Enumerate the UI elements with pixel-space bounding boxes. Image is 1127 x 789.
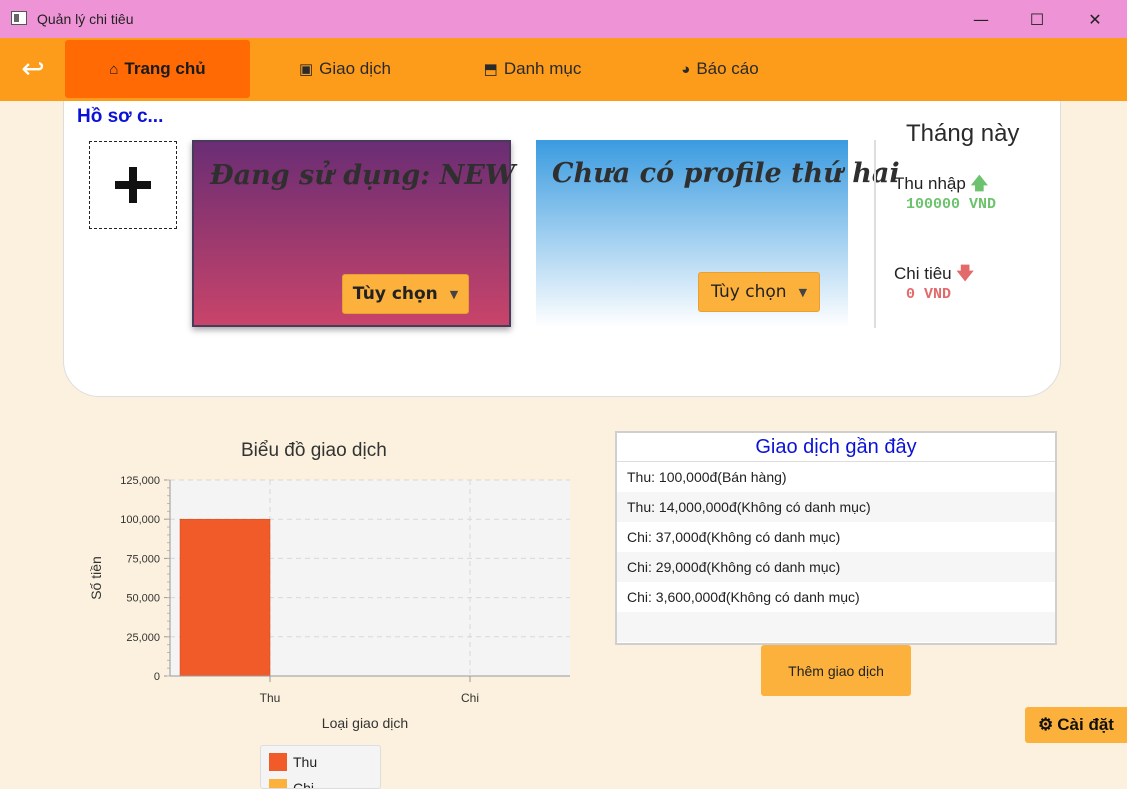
- expense-value: 0 VND: [906, 286, 952, 303]
- income-label-text: Thu nhập: [894, 174, 966, 193]
- profile-card-second[interactable]: Chưa có profile thứ hai Tùy chọn ▼: [536, 140, 900, 327]
- legend-item-thu: Thu: [269, 753, 317, 771]
- recent-transaction-row[interactable]: Chi: 37,000đ(Không có danh mục): [617, 522, 1055, 552]
- recent-transaction-row[interactable]: Thu: 100,000đ(Bán hàng): [617, 462, 1055, 492]
- y-tick-label: 125,000: [120, 475, 160, 487]
- tab-label: Danh mục: [503, 59, 582, 78]
- legend-swatch: [269, 779, 287, 788]
- chart-legend: Thu Chi: [260, 745, 381, 789]
- expense-label-text: Chi tiêu: [894, 264, 952, 283]
- settings-label: Cài đặt: [1057, 715, 1114, 734]
- close-button[interactable]: ✕: [1067, 0, 1123, 38]
- income-value: 100000 VND: [906, 196, 997, 213]
- x-tick-label: Thu: [260, 691, 281, 705]
- profile-card-active[interactable]: Đang sử dụng: NEW Tùy chọn ▼: [192, 140, 515, 327]
- x-axis-label: Loại giao dịch: [322, 715, 408, 731]
- profile-section-title: Hồ sơ c...: [77, 106, 164, 127]
- recent-transactions-title: Giao dịch gần đây: [617, 433, 1055, 462]
- chart-title: Biểu đồ giao dịch: [241, 440, 387, 461]
- dropdown-label: Tùy chọn: [352, 284, 438, 304]
- legend-swatch: [269, 753, 287, 771]
- app-icon: [11, 11, 27, 25]
- main-nav: ↩ ⌂ Trang chủ ▣ Giao dịch ⬒ Danh mục ◕ B…: [0, 38, 1127, 101]
- legend-label: Chi: [293, 780, 315, 789]
- bookmark-icon: ⬒: [483, 61, 498, 78]
- back-button[interactable]: ↩: [8, 50, 58, 86]
- tab-home[interactable]: ⌂ Trang chủ: [65, 40, 250, 98]
- gear-icon: ⚙: [1038, 715, 1054, 734]
- transaction-bar-chart: 0 25,000 50,000 75,000 100,000 125,000 Thu Chi L…: [88, 475, 570, 731]
- money-icon: ▣: [298, 61, 314, 78]
- maximize-button[interactable]: ☐: [1009, 0, 1065, 38]
- minimize-button[interactable]: —: [953, 0, 1009, 38]
- recent-transactions-panel: Giao dịch gần đây Thu: 100,000đ(Bán hàng…: [615, 431, 1057, 645]
- chevron-down-icon: ▼: [798, 285, 808, 299]
- pie-chart-icon: ◕: [681, 60, 691, 78]
- chevron-down-icon: ▼: [449, 287, 459, 301]
- arrow-up-icon: 🡅: [970, 174, 989, 193]
- y-tick-label: 25,000: [126, 632, 160, 644]
- add-profile-button[interactable]: [89, 141, 177, 229]
- add-transaction-button[interactable]: Thêm giao dịch: [761, 645, 911, 696]
- profile-card-title: Chưa có profile thứ hai: [552, 158, 900, 189]
- tab-label: Báo cáo: [696, 59, 759, 78]
- profile-options-dropdown[interactable]: Tùy chọn ▼: [698, 272, 820, 312]
- profile-card-title: Đang sử dụng: NEW: [210, 160, 516, 191]
- back-arrow-icon: ↩: [21, 51, 45, 85]
- profile-options-dropdown[interactable]: Tùy chọn ▼: [342, 274, 469, 314]
- plus-icon: [115, 167, 151, 203]
- window-title: Quản lý chi tiêu: [37, 11, 134, 27]
- tab-label: Giao dịch: [319, 59, 391, 78]
- settings-button[interactable]: ⚙ Cài đặt: [1025, 707, 1127, 743]
- y-tick-label: 50,000: [126, 593, 160, 605]
- x-tick-label: Chi: [461, 691, 479, 705]
- y-axis-label: Số tiền: [88, 556, 104, 600]
- recent-transaction-row: [617, 612, 1055, 642]
- window-titlebar: Quản lý chi tiêu — ☐ ✕: [0, 0, 1127, 38]
- bar-thu-thu[interactable]: [179, 518, 271, 677]
- legend-label: Thu: [293, 754, 318, 770]
- month-summary-title: Tháng này: [906, 120, 1020, 147]
- tab-transactions[interactable]: ▣ Giao dịch: [250, 40, 440, 98]
- home-icon: ⌂: [109, 60, 119, 78]
- recent-transaction-row[interactable]: Thu: 14,000,000đ(Không có danh mục): [617, 492, 1055, 522]
- arrow-down-icon: 🡇: [956, 264, 974, 283]
- y-tick-label: 0: [154, 671, 160, 683]
- tab-label: Trang chủ: [124, 59, 206, 78]
- dropdown-label: Tùy chọn: [710, 282, 787, 302]
- tab-reports[interactable]: ◕ Báo cáo: [625, 40, 815, 98]
- tab-categories[interactable]: ⬒ Danh mục: [440, 40, 625, 98]
- y-tick-label: 100,000: [120, 514, 160, 526]
- recent-transaction-row[interactable]: Chi: 3,600,000đ(Không có danh mục): [617, 582, 1055, 612]
- panel-divider: [874, 140, 876, 328]
- recent-transactions-list[interactable]: Thu: 100,000đ(Bán hàng) Thu: 14,000,000đ(…: [617, 462, 1055, 642]
- y-tick-label: 75,000: [126, 553, 160, 565]
- legend-item-chi: Chi: [269, 779, 315, 789]
- recent-transaction-row[interactable]: Chi: 29,000đ(Không có danh mục): [617, 552, 1055, 582]
